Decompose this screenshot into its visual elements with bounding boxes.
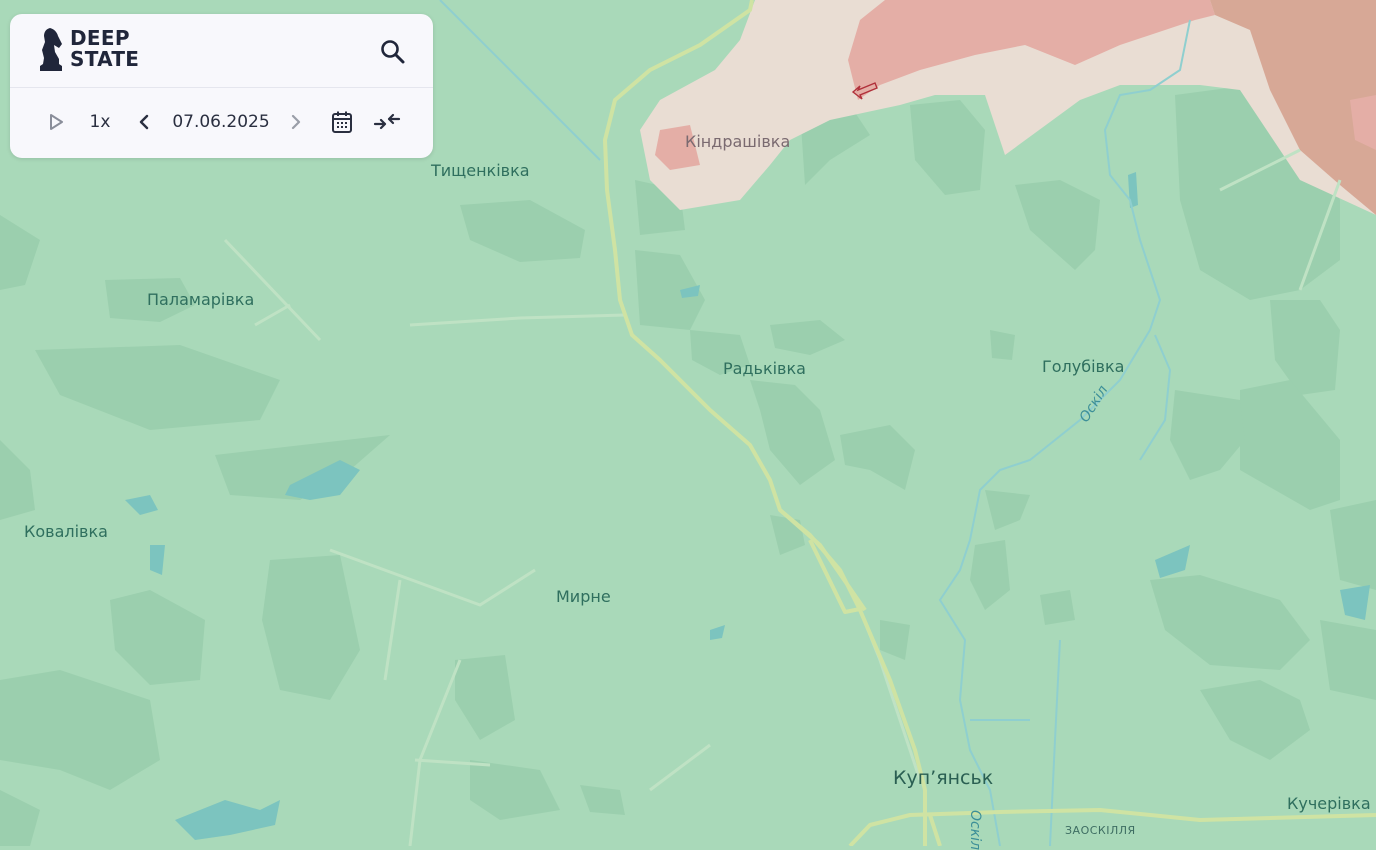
current-date[interactable]: 07.06.2025 (170, 109, 272, 135)
river-label-oskil-lower: Оскіл (967, 810, 983, 850)
city-label-kupiansk: Куп’янськ (893, 767, 994, 789)
speed-toggle[interactable]: 1x (86, 109, 114, 135)
village-label-radkivka: Радьківка (723, 359, 806, 378)
panel-header: DEEP STATE (10, 14, 433, 88)
play-button[interactable] (44, 109, 68, 135)
logo-text-state: STATE (70, 47, 140, 71)
collapse-arrows-icon (373, 113, 401, 130)
village-label-kucherivka: Кучерівка (1287, 794, 1371, 813)
compare-toggle-button[interactable] (372, 109, 402, 135)
village-label-holubivka: Голубівка (1042, 357, 1125, 376)
calendar-icon (332, 111, 352, 133)
next-date-button[interactable] (286, 109, 306, 135)
logo-text-deep: DEEP (70, 26, 130, 50)
chevron-right-icon (291, 114, 301, 130)
control-panel: DEEP STATE 1x 07.06.2025 (10, 14, 433, 158)
knight-logo-icon (40, 28, 62, 71)
deepstate-logo[interactable]: DEEP STATE (38, 26, 139, 72)
chevron-left-icon (139, 114, 149, 130)
village-label-tyshchenkivka: Тищенківка (431, 161, 530, 180)
village-label-palamarivka: Паламарівка (147, 290, 255, 309)
village-label-kindrashivka: Кіндрашівка (685, 132, 791, 151)
play-icon (50, 114, 63, 130)
village-label-myrne: Мирне (556, 587, 611, 606)
village-label-kovalivka: Ковалівка (24, 522, 108, 541)
search-button[interactable] (379, 38, 407, 66)
previous-date-button[interactable] (134, 109, 154, 135)
timeline-controls: 1x 07.06.2025 (10, 87, 433, 158)
search-icon (381, 40, 405, 64)
calendar-button[interactable] (330, 109, 354, 135)
district-label-zaoskillia: ЗАОСКІЛЛЯ (1065, 824, 1136, 837)
